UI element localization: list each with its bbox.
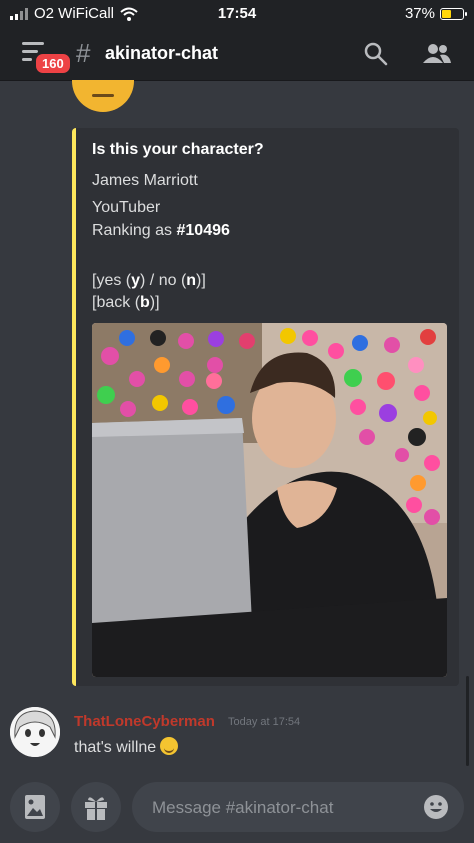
back-option: [back (b)] [92,294,160,312]
channel-header: 160 # akinator-chat [0,28,474,80]
battery-icon [440,7,467,20]
ranking-value: #10496 [176,222,230,239]
emoji-icon[interactable] [423,794,449,820]
back-open: [back ( [92,294,141,311]
scrollbar[interactable] [466,676,469,766]
character-name: James Marriott [92,172,198,189]
akinator-embed: Is this your character? James Marriott Y… [72,128,459,686]
gift-button[interactable] [71,782,121,832]
gift-icon [85,797,107,820]
channel-name[interactable]: akinator-chat [105,43,218,64]
embed-title: Is this your character? [92,141,264,158]
answer-close: )] [196,272,206,289]
answer-options: [yes (y) / no (n)] [92,272,206,290]
character-photo [92,323,447,677]
anime-avatar-icon [10,707,60,757]
back-key: b [140,294,150,311]
character-image[interactable] [92,323,447,677]
hash-icon: # [76,38,91,68]
back-close: )] [149,294,160,311]
no-key: n [186,272,197,289]
character-description: YouTuber [92,199,161,216]
message-content: that's willne [74,739,157,756]
status-bar: O2 WiFiCall 17:54 37% [0,0,474,28]
status-right: 37% [404,5,467,22]
character-ranking: Ranking as #10496 [92,222,230,240]
search-icon[interactable] [363,41,389,67]
previous-avatar-emoji [72,80,134,112]
battery-percent: 37% [404,5,435,22]
message-input[interactable] [150,782,404,834]
ranking-prefix: Ranking as [92,222,177,239]
composer-bar [0,772,474,843]
answer-mid: ) / no ( [140,272,187,289]
message-username[interactable]: ThatLoneCyberman [74,713,215,730]
image-icon [25,795,45,819]
message-text: that's willne [74,737,179,757]
clock: 17:54 [217,5,257,22]
rofl-emoji-icon [160,737,179,755]
message-composer[interactable] [132,782,464,834]
members-icon[interactable] [422,41,452,67]
avatar[interactable] [10,707,60,757]
message-timestamp: Today at 17:54 [228,716,301,728]
notification-badge: 160 [33,51,73,76]
answer-open: [yes ( [92,272,132,289]
image-upload-button[interactable] [10,782,60,832]
yes-key: y [131,272,141,289]
